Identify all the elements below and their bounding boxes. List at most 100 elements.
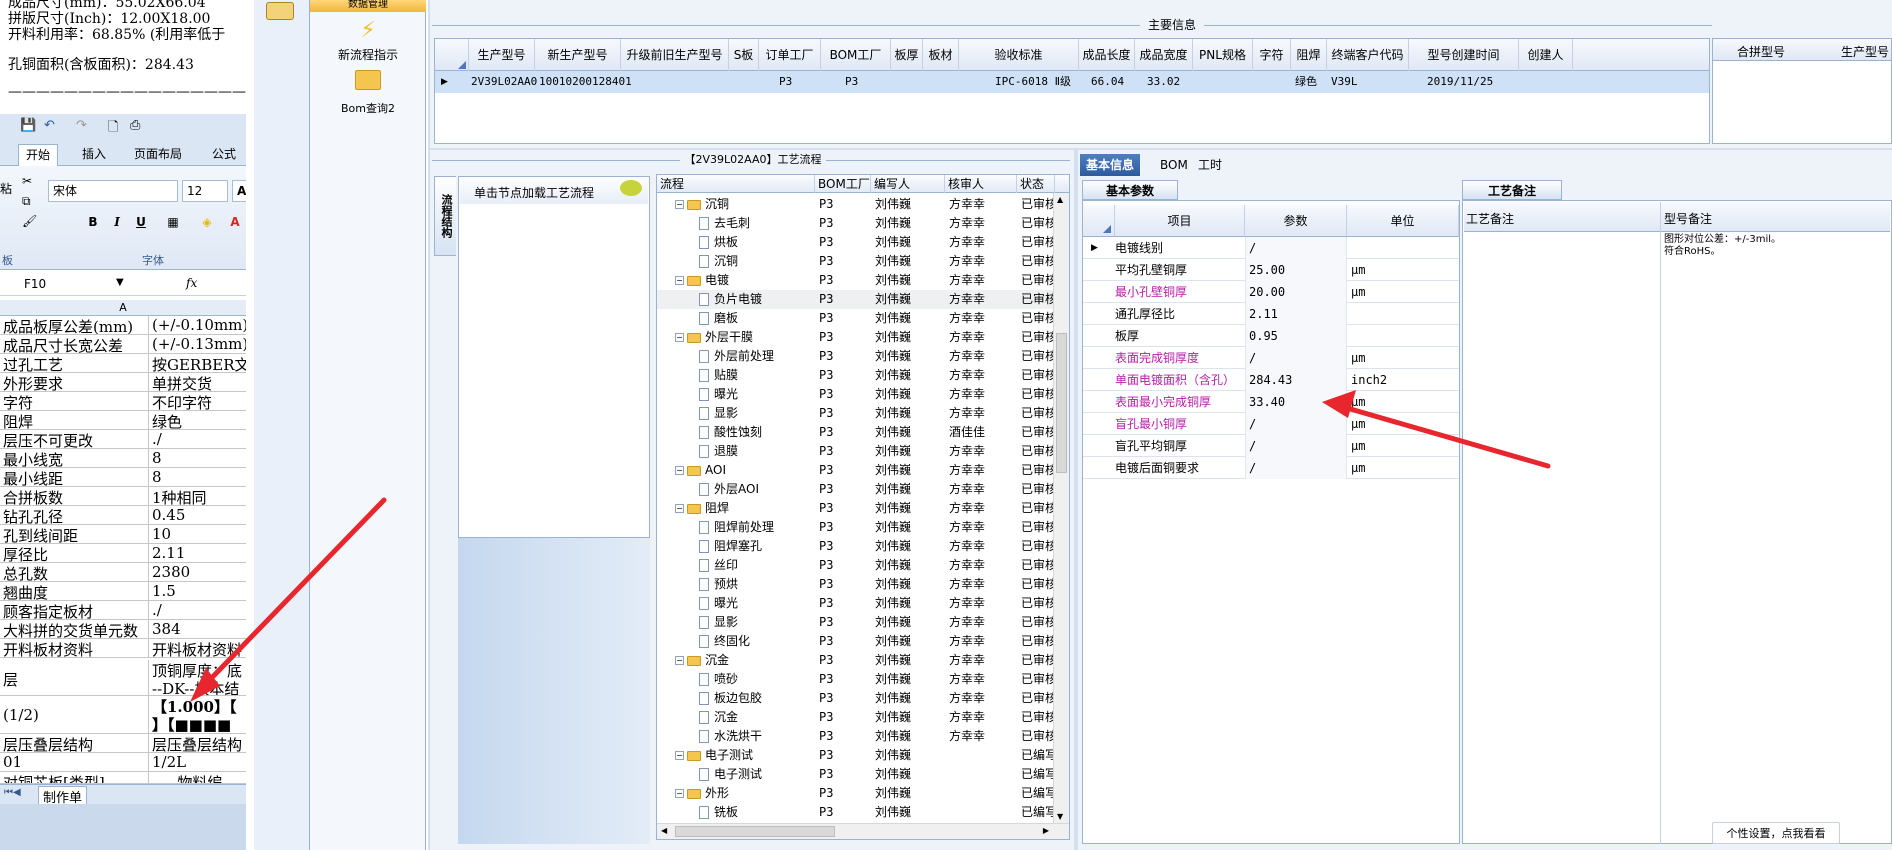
tab-work-hours[interactable]: 工时: [1192, 154, 1228, 176]
tree-node[interactable]: 负片电镀 P3 刘伟巍 方幸幸 已审核: [657, 290, 1053, 309]
sheet-row[interactable]: 顾客指定板材 ./: [0, 601, 246, 620]
param-value[interactable]: 0.95: [1249, 325, 1278, 347]
sheet-row[interactable]: 阻焊 绿色: [0, 411, 246, 430]
param-value[interactable]: /: [1249, 435, 1256, 457]
col-header[interactable]: 创建人: [1519, 39, 1573, 71]
fill-color-icon[interactable]: ◈: [196, 212, 218, 232]
col-header[interactable]: 升级前旧生产型号: [621, 39, 729, 71]
sheet-row[interactable]: 01 1/2L: [0, 753, 246, 772]
basic-params-title[interactable]: 基本参数: [1082, 180, 1178, 200]
tab-page-layout[interactable]: 页面布局: [128, 144, 188, 166]
tree-node[interactable]: 曝光 P3 刘伟巍 方幸幸 已审核: [657, 385, 1053, 404]
sheet-row[interactable]: 钻孔孔径 0.45: [0, 506, 246, 525]
tree-node[interactable]: 电子测试 P3 刘伟巍 已编写: [657, 765, 1053, 784]
sheet-row[interactable]: 孔到线间距 10: [0, 525, 246, 544]
param-value[interactable]: 25.00: [1249, 259, 1285, 281]
tree-node[interactable]: 显影 P3 刘伟巍 方幸幸 已审核: [657, 613, 1053, 632]
tree-node[interactable]: 板边包胶 P3 刘伟巍 方幸幸 已审核: [657, 689, 1053, 708]
sheet-row[interactable]: 层压叠层结构 层压叠层结构: [0, 734, 246, 753]
sheet-row[interactable]: 最小线距 8: [0, 468, 246, 487]
col-header[interactable]: 参数: [1245, 205, 1347, 237]
fx-button[interactable]: fx: [186, 276, 197, 290]
scroll-right-icon[interactable]: ▶: [1043, 826, 1049, 835]
nav-data-management[interactable]: 数据管理: [310, 0, 426, 12]
font-size-select[interactable]: 12: [182, 180, 228, 202]
tab-flow-structure[interactable]: 流程结构: [434, 176, 456, 256]
param-value[interactable]: 20.00: [1249, 281, 1285, 303]
undo-icon[interactable]: ↶: [44, 118, 55, 133]
nav-bom-query[interactable]: Bom查询2: [310, 100, 426, 116]
tree-node[interactable]: − 外层干膜 P3 刘伟巍 方幸幸 已审核: [657, 328, 1053, 347]
cell-length[interactable]: 66.04: [1091, 71, 1124, 93]
col-header[interactable]: 生产型号: [469, 39, 535, 71]
sheet-row[interactable]: (1/2) 【1.000】【 】【■■■■: [0, 696, 246, 734]
tree-node[interactable]: 退膜 P3 刘伟巍 方幸幸 已审核: [657, 442, 1053, 461]
format-painter-icon[interactable]: 🖌: [22, 214, 37, 228]
sheet-row[interactable]: 成品尺寸长宽公差 (+/-0.13mm): [0, 335, 246, 354]
col-header[interactable]: 编写人: [871, 175, 945, 193]
scroll-down-icon[interactable]: ▼: [1057, 812, 1063, 821]
collapse-icon[interactable]: −: [675, 466, 684, 475]
col-header[interactable]: 工艺备注: [1466, 210, 1514, 227]
param-value[interactable]: 33.40: [1249, 391, 1285, 413]
tree-node[interactable]: 预烘 P3 刘伟巍 方幸幸 已审核: [657, 575, 1053, 594]
cell-order-factory[interactable]: P3: [779, 71, 792, 93]
param-value[interactable]: /: [1249, 413, 1256, 435]
tree-node[interactable]: 阻焊前处理 P3 刘伟巍 方幸幸 已审核: [657, 518, 1053, 537]
copy-icon[interactable]: ⧉: [22, 194, 31, 209]
save-icon[interactable]: 💾: [20, 118, 36, 133]
print-preview-icon[interactable]: 🗋: [108, 118, 118, 140]
tree-node[interactable]: 外层前处理 P3 刘伟巍 方幸幸 已审核: [657, 347, 1053, 366]
sheet-row[interactable]: 外形要求 单拼交货: [0, 373, 246, 392]
tab-basic-info[interactable]: 基本信息: [1080, 154, 1141, 176]
bold-button[interactable]: B: [82, 212, 104, 232]
sheet-row[interactable]: 总孔数 2380: [0, 563, 246, 582]
col-header[interactable]: 流程: [657, 175, 815, 193]
font-color-icon[interactable]: A: [224, 212, 246, 232]
collapse-icon[interactable]: −: [675, 504, 684, 513]
collapse-icon[interactable]: −: [675, 656, 684, 665]
column-header-a[interactable]: A: [0, 300, 246, 316]
cell-created[interactable]: 2019/11/25: [1427, 71, 1493, 93]
col-header[interactable]: 状态: [1017, 175, 1055, 193]
tree-node[interactable]: − 阻焊 P3 刘伟巍 方幸幸 已审核: [657, 499, 1053, 518]
col-header[interactable]: 订单工厂: [759, 39, 821, 71]
col-header[interactable]: 板材: [923, 39, 959, 71]
col-header[interactable]: 合拼型号: [1737, 43, 1785, 60]
tree-node[interactable]: − AOI P3 刘伟巍 方幸幸 已审核: [657, 461, 1053, 480]
tree-node[interactable]: 丝印 P3 刘伟巍 方幸幸 已审核: [657, 556, 1053, 575]
tree-node[interactable]: − 电镀 P3 刘伟巍 方幸幸 已审核: [657, 271, 1053, 290]
col-header[interactable]: 核审人: [945, 175, 1017, 193]
cell-solder-mask[interactable]: 绿色: [1295, 71, 1317, 93]
cell-standard[interactable]: IPC-6018 Ⅱ级: [995, 71, 1071, 93]
col-header[interactable]: 成品宽度: [1135, 39, 1193, 71]
col-header[interactable]: 新生产型号: [535, 39, 621, 71]
name-box[interactable]: F10: [24, 277, 46, 291]
param-row[interactable]: 表面完成铜厚度 / μm: [1083, 347, 1459, 369]
print-icon[interactable]: ⎙: [130, 118, 140, 133]
tree-node[interactable]: 去毛刺 P3 刘伟巍 方幸幸 已审核: [657, 214, 1053, 233]
cut-icon[interactable]: ✂: [22, 174, 32, 188]
tree-node[interactable]: 酸性蚀刻 P3 刘伟巍 酒佳佳 已审核: [657, 423, 1053, 442]
col-header[interactable]: 验收标准: [959, 39, 1079, 71]
table-row[interactable]: ▶ 2V39L02AA0 10010200128401 P3 P3 IPC-60…: [435, 71, 1709, 93]
scroll-thumb[interactable]: [1056, 333, 1067, 473]
toolbox-icon[interactable]: [266, 2, 294, 20]
dropdown-icon[interactable]: ▼: [116, 277, 124, 288]
col-header[interactable]: 成品长度: [1079, 39, 1135, 71]
col-header[interactable]: S板: [729, 39, 759, 71]
col-header[interactable]: BOM工厂: [815, 175, 871, 193]
param-row[interactable]: 最小孔壁铜厚 20.00 μm: [1083, 281, 1459, 303]
tree-node[interactable]: 沉铜 P3 刘伟巍 方幸幸 已审核: [657, 252, 1053, 271]
col-header[interactable]: 终端客户代码: [1327, 39, 1409, 71]
collapse-icon[interactable]: −: [675, 200, 684, 209]
param-row[interactable]: 盲孔平均铜厚 / μm: [1083, 435, 1459, 457]
tree-node[interactable]: − 外形 P3 刘伟巍 已编写: [657, 784, 1053, 803]
cell-bom-factory[interactable]: P3: [845, 71, 858, 93]
col-header[interactable]: 生产型号: [1841, 43, 1889, 60]
border-icon[interactable]: ▦: [162, 212, 184, 232]
model-remark-text[interactable]: 图形对位公差：+/-3mil。 符合RoHS。: [1664, 234, 1781, 258]
tree-node[interactable]: 终固化 P3 刘伟巍 方幸幸 已审核: [657, 632, 1053, 651]
param-row[interactable]: 通孔厚径比 2.11: [1083, 303, 1459, 325]
custom-settings-button[interactable]: 个性设置，点我看看: [1712, 822, 1840, 844]
